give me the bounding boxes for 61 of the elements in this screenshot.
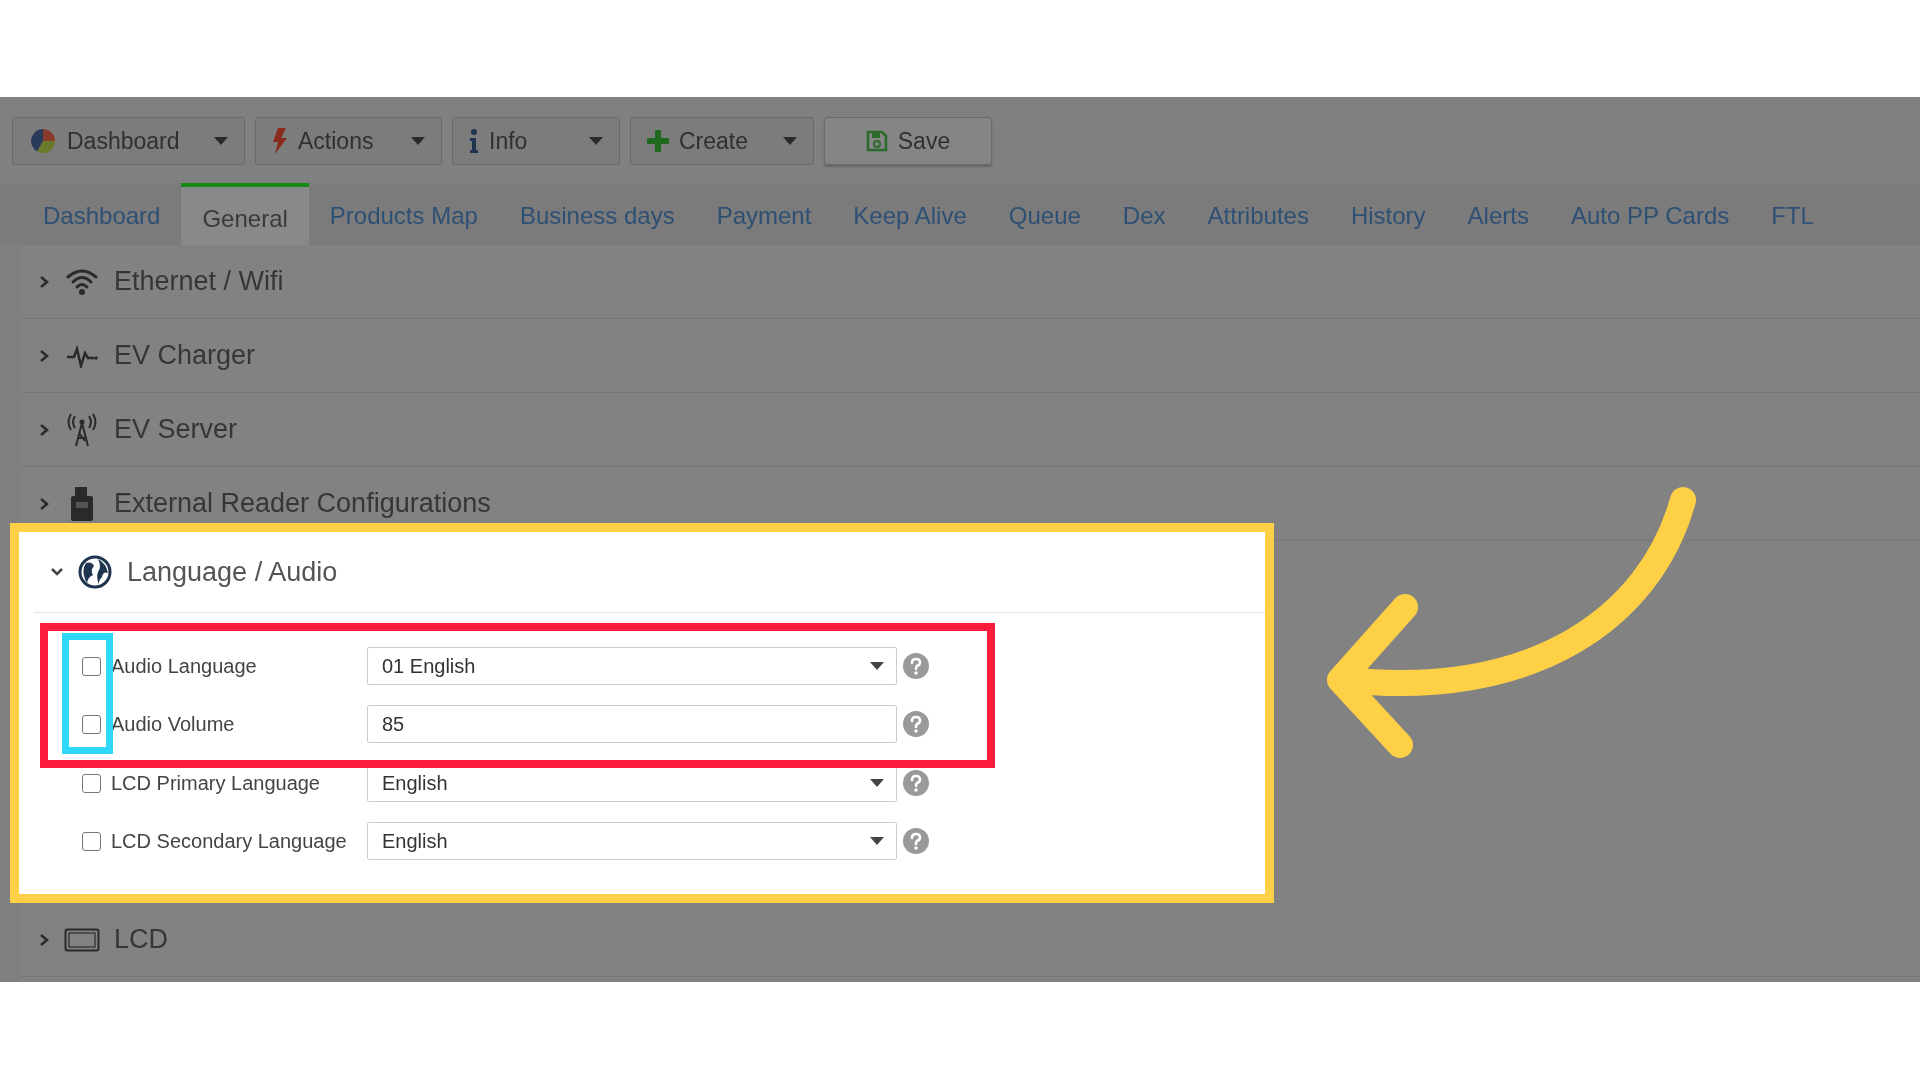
plus-icon	[647, 130, 669, 152]
help-icon[interactable]	[903, 711, 929, 737]
save-button[interactable]: Save	[824, 117, 992, 165]
caret-icon	[411, 137, 425, 145]
chevron-icon[interactable]	[38, 348, 50, 363]
tab[interactable]: Dashboard	[22, 183, 182, 245]
input-field[interactable]: 85	[367, 705, 897, 743]
caret-icon	[870, 837, 884, 845]
caret-icon	[870, 662, 884, 670]
help-icon[interactable]	[903, 770, 929, 796]
section-title[interactable]: LCD	[114, 924, 168, 955]
field-label: LCD Secondary Language	[111, 829, 348, 853]
pulse-icon	[66, 343, 98, 368]
caret-icon	[870, 779, 884, 787]
caret-icon	[589, 137, 603, 145]
section-title[interactable]: EV Charger	[114, 340, 256, 371]
tab[interactable]: History	[1329, 183, 1447, 245]
pie-chart-icon	[29, 127, 57, 155]
tab[interactable]: Queue	[987, 183, 1102, 245]
lcd-icon	[64, 927, 100, 952]
checkbox[interactable]	[82, 773, 101, 793]
section-title[interactable]: Language / Audio	[127, 556, 338, 588]
dropdown[interactable]: 01 English	[367, 647, 897, 685]
chevron-icon[interactable]	[38, 932, 50, 947]
tab[interactable]: General	[181, 183, 309, 245]
checkbox[interactable]	[82, 831, 101, 851]
chevron-icon[interactable]	[38, 422, 50, 437]
tab[interactable]: Alerts	[1446, 183, 1550, 245]
help-icon[interactable]	[903, 828, 929, 854]
caret-icon	[214, 137, 228, 145]
info-icon	[469, 129, 479, 153]
field-label: LCD Primary Language	[111, 771, 321, 795]
wifi-icon	[66, 267, 98, 296]
checkbox[interactable]	[82, 656, 101, 676]
tab[interactable]: Auto PP Cards	[1549, 183, 1751, 245]
tab[interactable]: FTL	[1750, 183, 1835, 245]
menu-button[interactable]: Actions	[255, 117, 442, 165]
chevron-icon[interactable]	[38, 496, 50, 511]
field-label: Audio Language	[111, 654, 258, 678]
lightning-icon	[272, 128, 288, 154]
globe-icon	[78, 555, 112, 589]
section-title[interactable]: Ethernet / Wifi	[114, 266, 284, 297]
help-icon[interactable]	[903, 653, 929, 679]
menu-button[interactable]: Create	[630, 117, 814, 165]
caret-icon	[783, 137, 797, 145]
antenna-tower-icon	[67, 412, 97, 447]
menu-button[interactable]: Dashboard	[12, 117, 245, 165]
dropdown[interactable]: English	[367, 822, 897, 860]
tab[interactable]: Attributes	[1186, 183, 1330, 245]
chevron-icon[interactable]	[38, 274, 50, 289]
tab[interactable]: Products Map	[308, 183, 499, 245]
menu-button[interactable]: Info	[452, 117, 620, 165]
tab[interactable]: Payment	[695, 183, 833, 245]
card-reader-icon	[69, 486, 95, 521]
tab[interactable]: Keep Alive	[832, 183, 988, 245]
checkbox[interactable]	[82, 714, 101, 734]
field-label: Audio Volume	[111, 712, 236, 736]
section-title[interactable]: EV Server	[114, 414, 238, 445]
section-title[interactable]: External Reader Configurations	[114, 488, 491, 519]
tab[interactable]: Business days	[498, 183, 696, 245]
tab[interactable]: Dex	[1101, 183, 1187, 245]
